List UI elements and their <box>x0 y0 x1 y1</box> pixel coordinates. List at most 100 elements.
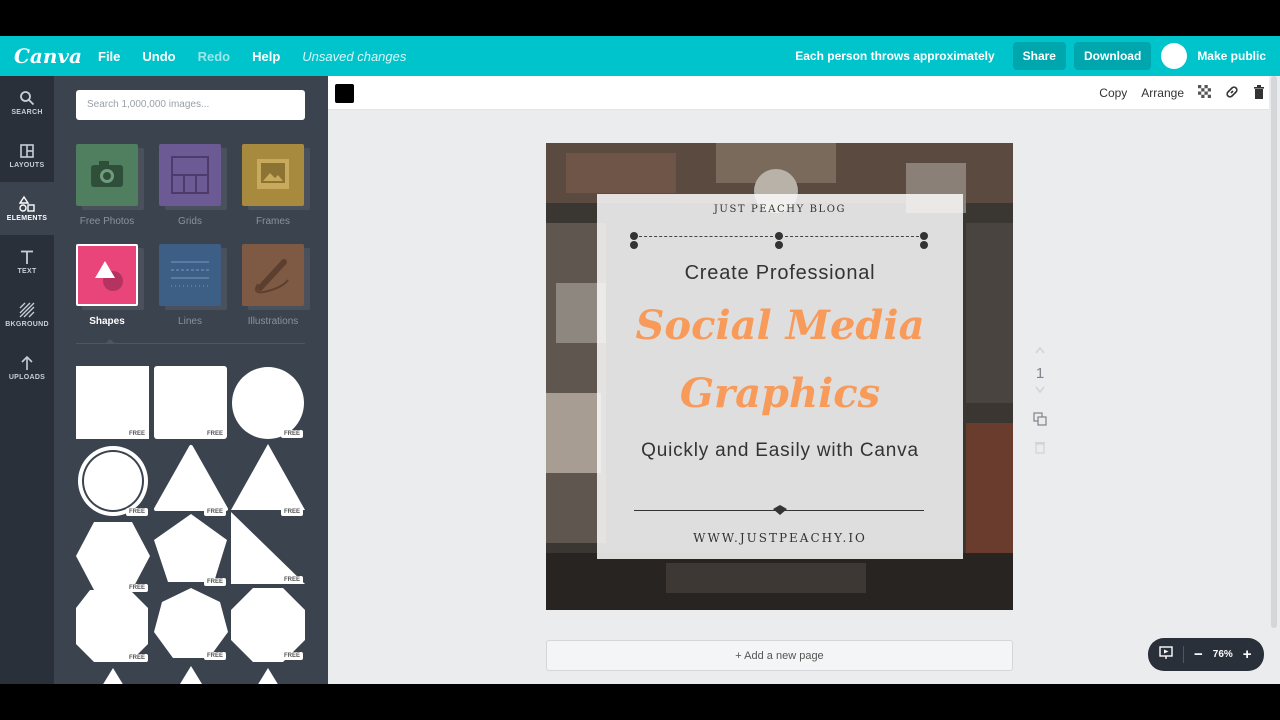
toggle-knob <box>1161 43 1188 69</box>
left-rail: SEARCH LAYOUTS ELEMENTS TEXT BKGROUND UP… <box>0 76 54 684</box>
canva-logo[interactable]: Canva <box>14 44 82 68</box>
rail-uploads[interactable]: UPLOADS <box>0 341 54 394</box>
shape-heptagon[interactable]: FREE <box>154 588 228 662</box>
subheadline[interactable]: Quickly and Easily with Canva <box>597 440 963 462</box>
headline-line-1[interactable]: Create Professional <box>597 262 963 285</box>
free-badge: FREE <box>125 508 148 516</box>
free-badge: FREE <box>280 576 303 584</box>
website-url[interactable]: WWW.JUSTPEACHY.IO <box>597 531 963 545</box>
shape-partial[interactable] <box>231 666 305 684</box>
shape-triangle[interactable]: FREE <box>231 444 305 518</box>
document-title[interactable]: Each person throws approximately <box>795 49 994 63</box>
text-color-swatch[interactable] <box>335 84 354 103</box>
free-badge: FREE <box>280 652 303 660</box>
free-badge: FREE <box>125 430 148 438</box>
shape-partial[interactable] <box>154 664 228 684</box>
shape-pentagon[interactable]: FREE <box>154 514 228 588</box>
free-badge: FREE <box>125 654 148 662</box>
shape-right-triangle[interactable]: FREE <box>231 512 305 586</box>
rail-layouts[interactable]: LAYOUTS <box>0 129 54 182</box>
script-headline-1[interactable]: Social Media <box>597 302 963 349</box>
chevron-up-icon[interactable] <box>1035 346 1045 354</box>
share-button[interactable]: Share <box>1012 42 1066 70</box>
rail-label: TEXT <box>17 268 37 275</box>
grid-icon <box>159 144 221 206</box>
download-button[interactable]: Download <box>1073 42 1152 70</box>
arrange-button[interactable]: Arrange <box>1141 86 1184 100</box>
shapes-icon <box>76 244 138 306</box>
elements-panel: Search 1,000,000 images... Free Photos G… <box>54 76 328 684</box>
rail-text[interactable]: TEXT <box>0 235 54 288</box>
trash-icon[interactable] <box>1253 84 1265 102</box>
script-headline-2[interactable]: Graphics <box>597 370 963 417</box>
category-frames[interactable]: Frames <box>242 144 310 227</box>
save-status: Unsaved changes <box>302 48 407 64</box>
selection-handle[interactable] <box>920 241 928 249</box>
category-label: Lines <box>178 316 202 327</box>
shape-rounded-square[interactable]: FREE <box>154 366 228 440</box>
selection-handle[interactable] <box>630 241 638 249</box>
vertical-scrollbar[interactable] <box>1269 76 1280 684</box>
zoom-level[interactable]: 76% <box>1213 649 1233 660</box>
shape-square[interactable]: FREE <box>76 366 150 440</box>
copy-button[interactable]: Copy <box>1099 86 1127 100</box>
letterbox-top <box>0 0 1280 36</box>
rail-label: ELEMENTS <box>6 215 48 222</box>
shape-hexagon[interactable]: FREE <box>76 520 150 594</box>
upload-icon <box>21 355 33 370</box>
category-shapes[interactable]: Shapes <box>76 244 144 327</box>
add-page-button[interactable]: + Add a new page <box>546 640 1013 671</box>
design-canvas[interactable]: JUST PEACHY BLOG Create Professional Soc… <box>546 143 1013 610</box>
make-public-label: Make public <box>1197 49 1266 63</box>
rail-label: UPLOADS <box>8 374 46 381</box>
present-icon[interactable] <box>1148 646 1184 663</box>
category-lines[interactable]: Lines <box>159 244 227 327</box>
rail-background[interactable]: BKGROUND <box>0 288 54 341</box>
image-search-input[interactable]: Search 1,000,000 images... <box>76 90 305 120</box>
blog-name-text[interactable]: JUST PEACHY BLOG <box>597 204 963 215</box>
pencil-icon <box>242 244 304 306</box>
selection-handle[interactable] <box>630 232 638 240</box>
duplicate-page-icon[interactable] <box>1033 412 1047 426</box>
rail-label: SEARCH <box>11 109 43 116</box>
category-free-photos[interactable]: Free Photos <box>76 144 144 227</box>
menu-undo[interactable]: Undo <box>142 49 175 64</box>
menu-help[interactable]: Help <box>252 49 280 64</box>
category-illustrations[interactable]: Illustrations <box>242 244 310 327</box>
zoom-in-button[interactable]: + <box>1243 646 1252 663</box>
selection-handle[interactable] <box>775 232 783 240</box>
background-icon <box>19 302 35 318</box>
page-number: 1 <box>1035 365 1045 382</box>
selection-handle[interactable] <box>775 241 783 249</box>
transparency-icon[interactable] <box>1198 85 1211 101</box>
free-badge: FREE <box>280 430 303 438</box>
shape-circle[interactable]: FREE <box>231 366 305 440</box>
selection-handle[interactable] <box>920 232 928 240</box>
chevron-down-icon[interactable] <box>1035 386 1045 394</box>
rail-elements[interactable]: ELEMENTS <box>0 182 54 235</box>
editor-toolbar: Copy Arrange <box>328 76 1269 110</box>
shape-octagon[interactable]: FREE <box>231 588 305 662</box>
shape-ring[interactable]: FREE <box>76 444 150 518</box>
delete-page-icon[interactable] <box>1034 440 1046 454</box>
canvas-workspace: Copy Arrange JUST PEACHY BLOG Create Pro… <box>328 76 1269 684</box>
camera-icon <box>76 144 138 206</box>
rail-search[interactable]: SEARCH <box>0 76 54 129</box>
category-label: Illustrations <box>247 316 299 327</box>
menu-redo[interactable]: Redo <box>198 49 231 64</box>
shape-partial[interactable] <box>76 666 150 684</box>
zoom-control: − 76% + <box>1148 638 1264 671</box>
link-icon[interactable] <box>1225 85 1239 102</box>
category-label: Grids <box>178 216 202 227</box>
shape-triangle-rounded[interactable]: FREE <box>154 444 228 518</box>
search-icon <box>20 91 35 106</box>
make-public-toggle[interactable]: Make public <box>1161 43 1266 69</box>
text-card[interactable]: JUST PEACHY BLOG Create Professional Soc… <box>597 194 963 559</box>
panel-divider <box>76 343 305 344</box>
menu-file[interactable]: File <box>98 49 120 64</box>
category-grids[interactable]: Grids <box>159 144 227 227</box>
zoom-out-button[interactable]: − <box>1194 646 1203 663</box>
category-label: Shapes <box>89 316 125 327</box>
shape-octagon-small[interactable]: FREE <box>76 590 150 664</box>
scroll-thumb[interactable] <box>1271 76 1277 628</box>
